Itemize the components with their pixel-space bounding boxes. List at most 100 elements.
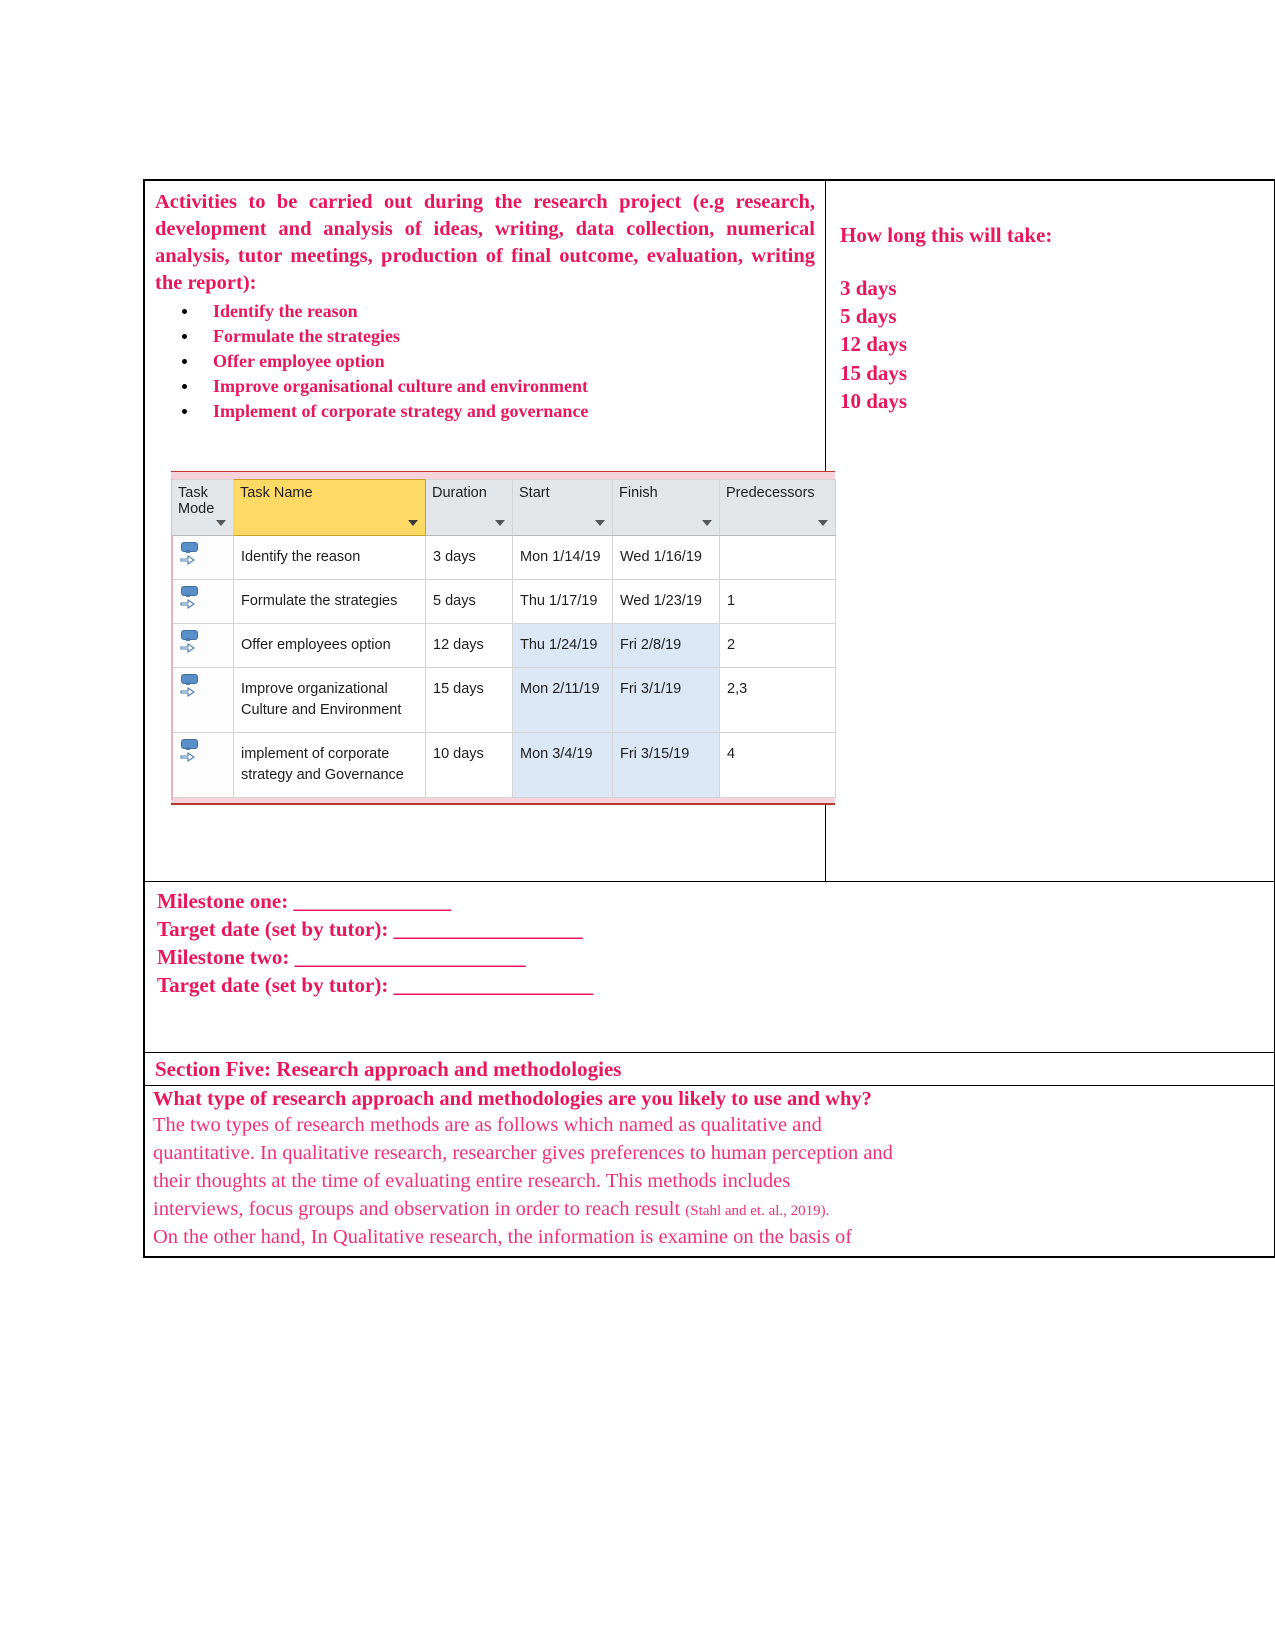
table-row[interactable]: Offer employees option 12 days Thu 1/24/… [171,623,836,669]
list-item: Offer employee option [199,349,815,374]
start-cell[interactable]: Thu 1/17/19 [512,579,613,625]
question-heading: What type of research approach and metho… [153,1088,872,1111]
duration-cell[interactable]: 5 days [425,579,513,625]
duration-cell[interactable]: 3 days [425,535,513,581]
citation: (Stahl and et. al., 2019). [685,1203,830,1220]
chevron-down-icon[interactable] [818,520,828,527]
task-name-cell[interactable]: Improve organizational Culture and Envir… [233,667,426,734]
section-five-row: Section Five: Research approach and meth… [144,1052,1275,1087]
task-mode-cell[interactable] [171,732,234,799]
duration-value: 12 days [840,332,908,357]
list-item: Improve organisational culture and envir… [199,374,815,399]
finish-cell[interactable]: Fri 3/15/19 [612,732,720,799]
answer-line: interviews, focus groups and observation… [153,1198,686,1221]
table-row[interactable]: Identify the reason 3 days Mon 1/14/19 W… [171,535,836,581]
manually-scheduled-icon [180,674,198,700]
duration-list: 3 days 5 days 12 days 15 days 10 days [826,248,1274,415]
start-cell[interactable]: Thu 1/24/19 [512,623,613,669]
finish-cell[interactable]: Wed 1/16/19 [612,535,720,581]
start-cell[interactable]: Mon 1/14/19 [512,535,613,581]
manually-scheduled-icon [180,739,198,765]
column-header-label: Predecessors [726,485,815,502]
answer-line-with-citation: interviews, focus groups and observation… [153,1195,1274,1223]
milestone-two[interactable]: Milestone two: ______________________ [157,944,1274,972]
section-five-title: Section Five: Research approach and meth… [155,1057,622,1082]
list-item: Identify the reason [199,299,815,324]
column-header-duration[interactable]: Duration [425,479,513,537]
answer-paragraph: The two types of research methods are as… [146,1111,1274,1255]
chevron-down-icon[interactable] [408,520,418,527]
answer-line: The two types of research methods are as… [153,1114,822,1137]
activity-label: Formulate the strategies [213,326,400,347]
table-row[interactable]: Improve organizational Culture and Envir… [171,667,836,734]
task-mode-cell[interactable] [171,579,234,625]
finish-cell[interactable]: Wed 1/23/19 [612,579,720,625]
task-name-cell[interactable]: Identify the reason [233,535,426,581]
task-name-cell[interactable]: Formulate the strategies [233,579,426,625]
worksheet-table: Activities to be carried out during the … [143,179,1275,1258]
table-row[interactable]: implement of corporate strategy and Gove… [171,732,836,799]
column-header-start[interactable]: Start [512,479,613,537]
column-header-label: Start [519,485,550,502]
chevron-down-icon[interactable] [495,520,505,527]
column-header-predecessors[interactable]: Predecessors [719,479,836,537]
ms-project-screenshot: Task Mode Task Name Duration Start Finis… [171,471,836,806]
column-header-finish[interactable]: Finish [612,479,720,537]
activities-table: Activities to be carried out during the … [144,179,1275,1257]
msp-top-accent-bar [171,471,835,480]
activity-label: Identify the reason [213,301,358,322]
chevron-down-icon[interactable] [702,520,712,527]
milestone-block: Milestone one: _______________ Target da… [145,882,1274,1000]
activity-label: Improve organisational culture and envir… [213,375,589,396]
msp-bottom-accent-bar [171,798,835,806]
column-header-label: Finish [619,485,658,502]
milestone-one-target-date[interactable]: Target date (set by tutor): ____________… [157,916,1274,944]
duration-cell[interactable]: 15 days [425,667,513,734]
manually-scheduled-icon [180,542,198,568]
start-cell[interactable]: Mon 2/11/19 [512,667,613,734]
table-header-row: Task Mode Task Name Duration Start Finis… [171,479,836,537]
milestone-cell: Milestone one: _______________ Target da… [144,881,1275,1054]
predecessors-cell[interactable]: 2,3 [719,667,836,734]
section-five-cell: Section Five: Research approach and meth… [144,1052,1275,1087]
task-mode-cell[interactable] [171,535,234,581]
finish-cell[interactable]: Fri 3/1/19 [612,667,720,734]
activity-label: Offer employee option [213,350,385,371]
task-name-cell[interactable]: implement of corporate strategy and Gove… [233,732,426,799]
duration-value: 15 days [840,360,908,385]
duration-value: 5 days [840,304,897,329]
predecessors-cell[interactable]: 4 [719,732,836,799]
duration-heading: How long this will take: [840,223,1053,247]
duration-cell[interactable]: 10 days [425,732,513,799]
answer-line: quantitative. In qualitative research, r… [153,1142,893,1165]
answer-line: On the other hand, In Qualitative resear… [153,1226,853,1249]
duration-value: 3 days [840,276,897,301]
manually-scheduled-icon [180,630,198,656]
predecessors-cell[interactable]: 1 [719,579,836,625]
milestone-one[interactable]: Milestone one: _______________ [157,888,1274,916]
column-header-label: Task Name [240,485,313,502]
activity-label: Implement of corporate strategy and gove… [213,400,589,421]
milestone-two-target-date[interactable]: Target date (set by tutor): ____________… [157,972,1274,1000]
list-item: Implement of corporate strategy and gove… [199,399,815,424]
activities-heading: Activities to be carried out during the … [155,191,815,295]
duration-cell[interactable]: 12 days [425,623,513,669]
gantt-task-table: Task Mode Task Name Duration Start Finis… [171,479,836,799]
chevron-down-icon[interactable] [595,520,605,527]
duration-cell-column: How long this will take: 3 days 5 days 1… [825,179,1275,883]
predecessors-cell[interactable]: 2 [719,623,836,669]
answer-line: their thoughts at the time of evaluating… [153,1170,791,1193]
task-name-cell[interactable]: Offer employees option [233,623,426,669]
task-mode-cell[interactable] [171,667,234,734]
milestone-row: Milestone one: _______________ Target da… [144,881,1275,1054]
column-header-label: Duration [432,485,487,502]
start-cell[interactable]: Mon 3/4/19 [512,732,613,799]
table-row[interactable]: Formulate the strategies 5 days Thu 1/17… [171,579,836,625]
column-header-task-mode[interactable]: Task Mode [171,479,234,537]
activities-list: Identify the reason Formulate the strate… [155,299,815,423]
finish-cell[interactable]: Fri 2/8/19 [612,623,720,669]
chevron-down-icon[interactable] [216,520,226,527]
column-header-task-name[interactable]: Task Name [233,479,426,537]
predecessors-cell[interactable] [719,535,836,581]
task-mode-cell[interactable] [171,623,234,669]
